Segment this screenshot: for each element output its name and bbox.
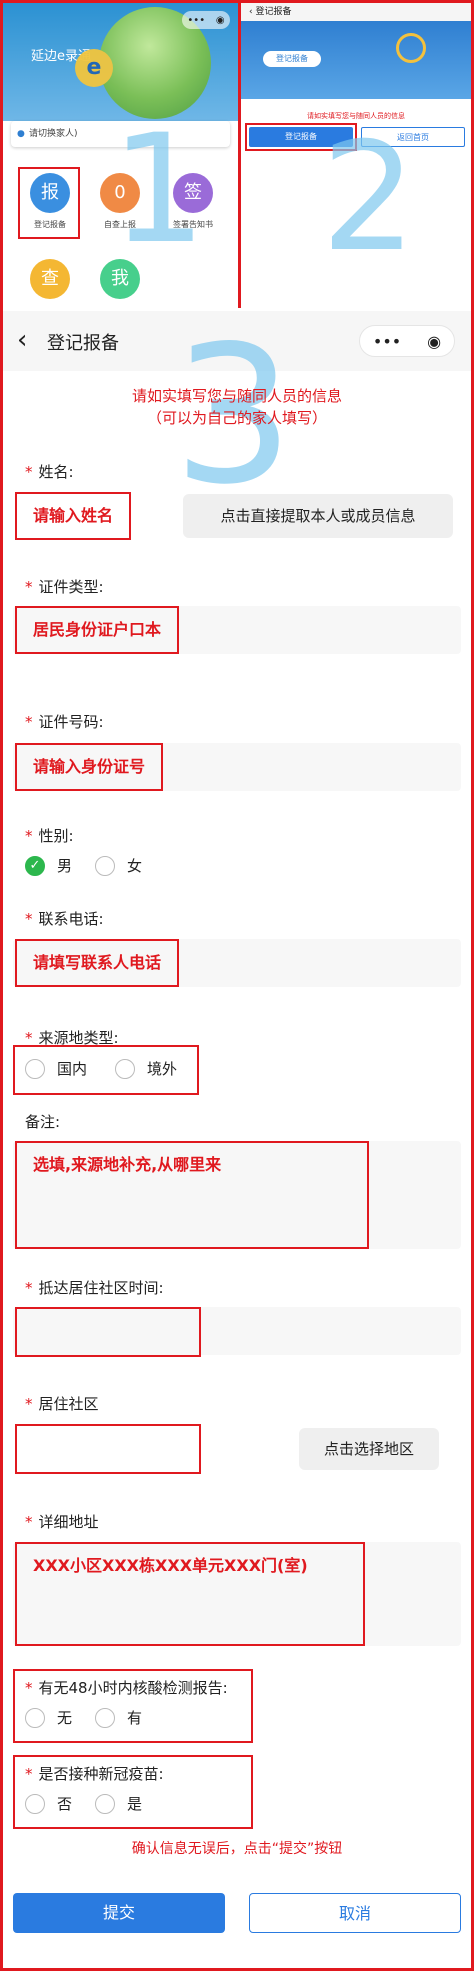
name-input[interactable]: 请输入姓名 — [15, 492, 132, 540]
origin-abroad-radio[interactable]: 境外 — [115, 1058, 177, 1079]
intro-text: 请如实填写您与随同人员的信息 （可以为自己的家人填写） — [3, 385, 471, 429]
id-number-row: 请输入身份证号 — [13, 743, 461, 791]
panel-home: 延边e录通 e ••• ◉ ● 请切换家人) 报 登记报备 0 自查上报 签 签署… — [3, 3, 238, 308]
community-label: * 居住社区 — [25, 1395, 99, 1413]
nucleic-no-radio[interactable]: 无 — [25, 1707, 72, 1728]
back-arrow-icon[interactable]: ‹ — [17, 325, 27, 355]
intro-line-1: 请如实填写您与随同人员的信息 — [131, 387, 342, 405]
magnifier-icon — [396, 33, 426, 63]
intro-line-2: （可以为自己的家人填写） — [146, 409, 327, 427]
user-icon: ● — [17, 129, 25, 139]
panel-register-entry: ‹ 登记报备 登记报备 请如实填写您与随同人员的信息 登记报备 返回首页 2 — [241, 3, 471, 308]
gender-female-radio[interactable]: 女 — [95, 855, 142, 876]
highlight-register — [18, 167, 80, 239]
id-number-label: * 证件号码: — [25, 713, 104, 731]
phone-input[interactable]: 请填写联系人电话 — [15, 939, 180, 987]
community-row: 点击选择地区 — [13, 1424, 461, 1474]
radio-icon — [95, 1793, 115, 1814]
address-label: * 详细地址 — [25, 1513, 99, 1531]
vaccine-label: * 是否接种新冠疫苗: — [25, 1765, 164, 1783]
top-section: 延边e录通 e ••• ◉ ● 请切换家人) 报 登记报备 0 自查上报 签 签署… — [3, 3, 471, 308]
checked-icon: ✓ — [25, 855, 45, 876]
capsule-menu[interactable]: ••• ◉ — [182, 11, 230, 29]
radio-icon — [95, 855, 115, 876]
vaccine-yes-radio[interactable]: 是 — [95, 1793, 142, 1814]
origin-domestic-radio[interactable]: 国内 — [25, 1058, 87, 1079]
name-label: * 姓名: — [25, 463, 74, 481]
address-row: XXX小区XXX栋XXX单元XXX门(室) — [13, 1542, 461, 1646]
id-type-label: * 证件类型: — [25, 578, 104, 596]
community-input[interactable] — [15, 1424, 201, 1474]
banner-register-button[interactable]: 登记报备 — [263, 51, 321, 67]
register-form-page: ‹ 登记报备 ••• ◉ 3 请如实填写您与随同人员的信息 （可以为自己的家人填写… — [3, 311, 471, 1968]
radio-icon — [25, 1793, 45, 1814]
remark-textarea[interactable]: 选填,来源地补充,从哪里来 — [15, 1141, 369, 1249]
more-icon[interactable]: ••• — [187, 15, 205, 26]
select-area-button[interactable]: 点击选择地区 — [299, 1428, 439, 1470]
confirm-hint: 确认信息无误后，点击“提交”按钮 — [131, 1841, 343, 1857]
name-row: 请输入姓名 点击直接提取本人或成员信息 — [13, 492, 461, 540]
arrival-label: * 抵达居住社区时间: — [25, 1279, 164, 1297]
more-icon[interactable]: ••• — [373, 332, 401, 351]
address-textarea[interactable]: XXX小区XXX栋XXX单元XXX门(室) — [15, 1542, 365, 1646]
remark-label: 备注: — [25, 1113, 61, 1131]
capsule-menu[interactable]: ••• ◉ — [359, 325, 455, 357]
register-banner: 登记报备 — [241, 21, 471, 99]
radio-icon — [25, 1058, 45, 1079]
cancel-button[interactable]: 取消 — [249, 1893, 461, 1933]
phone-row: 请填写联系人电话 — [13, 939, 461, 987]
id-number-input[interactable]: 请输入身份证号 — [15, 743, 164, 791]
user-switch-text: 请切换家人) — [29, 129, 78, 139]
nav-title: 登记报备 — [47, 333, 119, 354]
nucleic-yes-radio[interactable]: 有 — [95, 1707, 142, 1728]
panel2-title: 登记报备 — [255, 7, 292, 17]
remark-row: 选填,来源地补充,从哪里来 — [13, 1141, 461, 1249]
gender-label: * 性别: — [25, 827, 74, 845]
phone-label: * 联系电话: — [25, 910, 104, 928]
arrival-time-input[interactable] — [15, 1307, 201, 1357]
gender-male-radio[interactable]: ✓ 男 — [25, 855, 72, 876]
submit-button[interactable]: 提交 — [13, 1893, 225, 1933]
close-target-icon[interactable]: ◉ — [216, 15, 225, 26]
close-target-icon[interactable]: ◉ — [427, 332, 441, 351]
radio-icon — [115, 1058, 135, 1079]
fetch-member-button[interactable]: 点击直接提取本人或成员信息 — [183, 494, 453, 538]
query-icon: 查 — [30, 259, 70, 299]
radio-icon — [25, 1707, 45, 1728]
step-number-2: 2 — [321, 111, 417, 285]
id-type-select[interactable]: 居民身份证户口本 — [15, 606, 180, 654]
app-query[interactable]: 查 — [15, 259, 85, 305]
nucleic-label: * 有无48小时内核酸检测报告: — [25, 1679, 228, 1697]
step-number-1: 1 — [111, 103, 207, 277]
vaccine-no-radio[interactable]: 否 — [25, 1793, 72, 1814]
panel2-header: ‹ 登记报备 — [241, 3, 471, 21]
id-type-row: 居民身份证户口本 — [13, 606, 461, 654]
arrival-row — [13, 1307, 461, 1357]
radio-icon — [95, 1707, 115, 1728]
